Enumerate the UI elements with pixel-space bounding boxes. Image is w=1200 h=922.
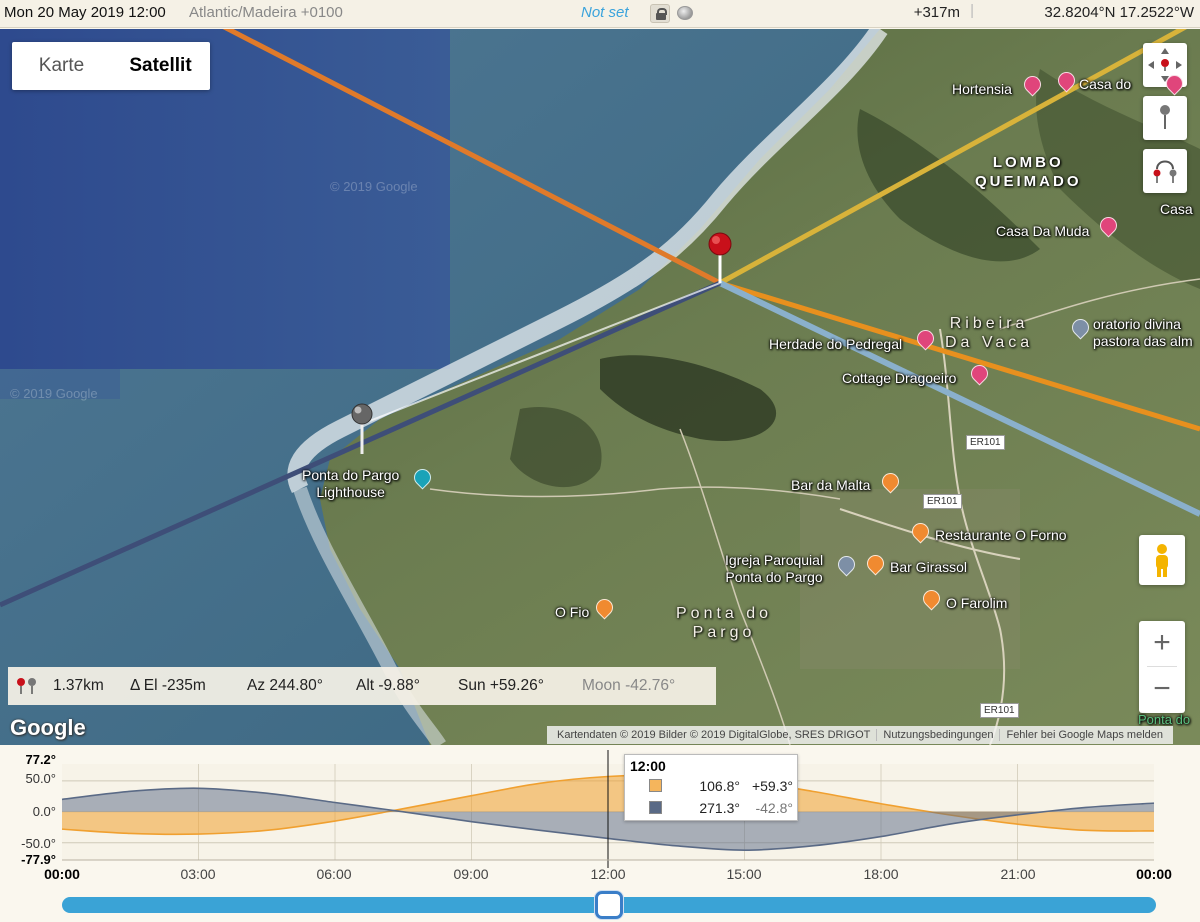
swap-pins-icon (1153, 160, 1177, 183)
google-watermark: © 2019 Google (330, 179, 418, 194)
elevation-label: +317m (913, 4, 960, 21)
place-label-o-farolim[interactable]: O Farolim (946, 595, 1007, 611)
x-tick-label: 21:00 (1000, 866, 1036, 882)
satellite-map[interactable]: Karte Satellit + − © 2019 Google © 2019 … (0, 29, 1200, 745)
place-label-casa[interactable]: Casa (1160, 201, 1193, 217)
moon-elevation: -42.8° (755, 800, 793, 816)
measurement-info-bar: 1.37km Δ El -235m Az 244.80° Alt -9.88° … (8, 667, 716, 705)
place-label-lighthouse[interactable]: Ponta do Pargo Lighthouse (302, 467, 399, 501)
report-error-link[interactable]: Fehler bei Google Maps melden (999, 729, 1169, 741)
x-tick-label: 09:00 (453, 866, 489, 882)
x-tick-label: 15:00 (726, 866, 762, 882)
two-pins-icon (17, 678, 36, 694)
y-axis-max-label: 77.2° (25, 752, 56, 767)
sun-moon-elevation-chart[interactable]: 77.2° 50.0° 0.0° -50.0° -77.9° 00:00 03:… (0, 746, 1200, 922)
moon-azimuth: 271.3° (699, 800, 740, 816)
sun-swatch (649, 779, 662, 792)
tooltip-time: 12:00 (630, 758, 666, 774)
x-tick-label: 18:00 (863, 866, 899, 882)
google-watermark: © 2019 Google (10, 386, 98, 401)
timezone-label: Atlantic/Madeira +0100 (189, 4, 343, 21)
area-label-ribeira-da-vaca: Ribeira Da Vaca (945, 315, 1034, 351)
lock-icon[interactable] (650, 4, 670, 23)
moon-swatch (649, 801, 662, 814)
not-set-link[interactable]: Not set (581, 4, 629, 21)
distance-value: 1.37km (53, 677, 104, 694)
satellite-imagery (0, 29, 1200, 745)
terms-link[interactable]: Nutzungsbedingungen (876, 729, 999, 741)
place-label-igreja[interactable]: Igreja Paroquial Ponta do Pargo (725, 552, 823, 586)
moon-elevation-value: Moon -42.76° (582, 677, 676, 694)
sun-elevation: +59.3° (751, 778, 793, 794)
place-label-oratorio[interactable]: oratorio divina pastora das alm (1093, 316, 1193, 350)
azimuth-value: Az 244.80° (247, 677, 324, 694)
pegman-icon (1156, 544, 1168, 577)
area-label-lombo-queimado: LOMBO QUEIMADO (975, 154, 1082, 190)
road-label: ER101 (980, 703, 1019, 718)
place-label-restaurante[interactable]: Restaurante O Forno (935, 527, 1067, 543)
x-tick-label: 00:00 (1136, 866, 1172, 882)
area-label-ponta-do-pargo: Ponta do Pargo (676, 605, 773, 641)
place-pin-button[interactable] (1143, 96, 1187, 140)
y-axis-label: 50.0° (25, 771, 56, 786)
x-tick-label: 00:00 (44, 866, 80, 882)
map-type-control: Karte Satellit (12, 42, 210, 90)
y-axis-label: 0.0° (32, 804, 56, 819)
road-label: ER101 (966, 435, 1005, 450)
attribution-data: Kartendaten © 2019 Bilder © 2019 Digital… (557, 729, 871, 741)
zoom-in-button[interactable]: + (1139, 621, 1185, 667)
x-tick-label: 12:00 (590, 866, 626, 882)
zoom-control: + − (1139, 621, 1185, 713)
map-type-karte-button[interactable]: Karte (12, 42, 111, 90)
coordinates-label: 32.8204°N 17.2522°W (1044, 4, 1194, 21)
place-label-casa-do[interactable]: Casa do (1079, 76, 1131, 92)
separator: | (970, 2, 974, 19)
place-label-cottage[interactable]: Cottage Dragoeiro (842, 370, 956, 386)
grey-pin-icon (1160, 105, 1170, 129)
road-label: ER101 (923, 494, 962, 509)
map-type-satellit-button[interactable]: Satellit (111, 42, 210, 90)
datetime-display[interactable]: Mon 20 May 2019 12:00 (4, 4, 166, 21)
place-label-bar-da-malta[interactable]: Bar da Malta (791, 477, 870, 493)
place-label-herdade[interactable]: Herdade do Pedregal (769, 336, 902, 352)
place-label-bar-girassol[interactable]: Bar Girassol (890, 559, 967, 575)
x-tick-label: 06:00 (316, 866, 352, 882)
place-label-casa-da-muda[interactable]: Casa Da Muda (996, 223, 1089, 239)
place-label-hortensia[interactable]: Hortensia (952, 81, 1012, 97)
delta-elevation-value: Δ El -235m (130, 677, 206, 694)
app-window: Mon 20 May 2019 12:00 Atlantic/Madeira +… (0, 0, 1200, 922)
sun-elevation-value: Sun +59.26° (458, 677, 544, 694)
map-attribution: Kartendaten © 2019 Bilder © 2019 Digital… (547, 726, 1173, 744)
zoom-out-button[interactable]: − (1139, 667, 1185, 713)
sun-azimuth: 106.8° (699, 778, 740, 794)
top-status-bar: Mon 20 May 2019 12:00 Atlantic/Madeira +… (0, 0, 1200, 28)
place-label-ponta-edge: Ponta do (1138, 712, 1191, 727)
swap-pins-button[interactable] (1143, 149, 1187, 193)
place-label-o-fio[interactable]: O Fio (555, 604, 589, 620)
y-axis-label: -50.0° (21, 836, 56, 851)
street-view-pegman[interactable] (1139, 535, 1185, 585)
time-slider-thumb[interactable] (595, 891, 623, 919)
x-tick-label: 03:00 (180, 866, 216, 882)
location-dot-icon[interactable] (677, 6, 693, 20)
chart-tooltip: 12:00 106.8° +59.3° 271.3° -42.8° (624, 754, 798, 821)
altitude-value: Alt -9.88° (356, 677, 420, 694)
y-axis-min-label: -77.9° (21, 852, 56, 867)
google-logo: Google (10, 715, 86, 740)
